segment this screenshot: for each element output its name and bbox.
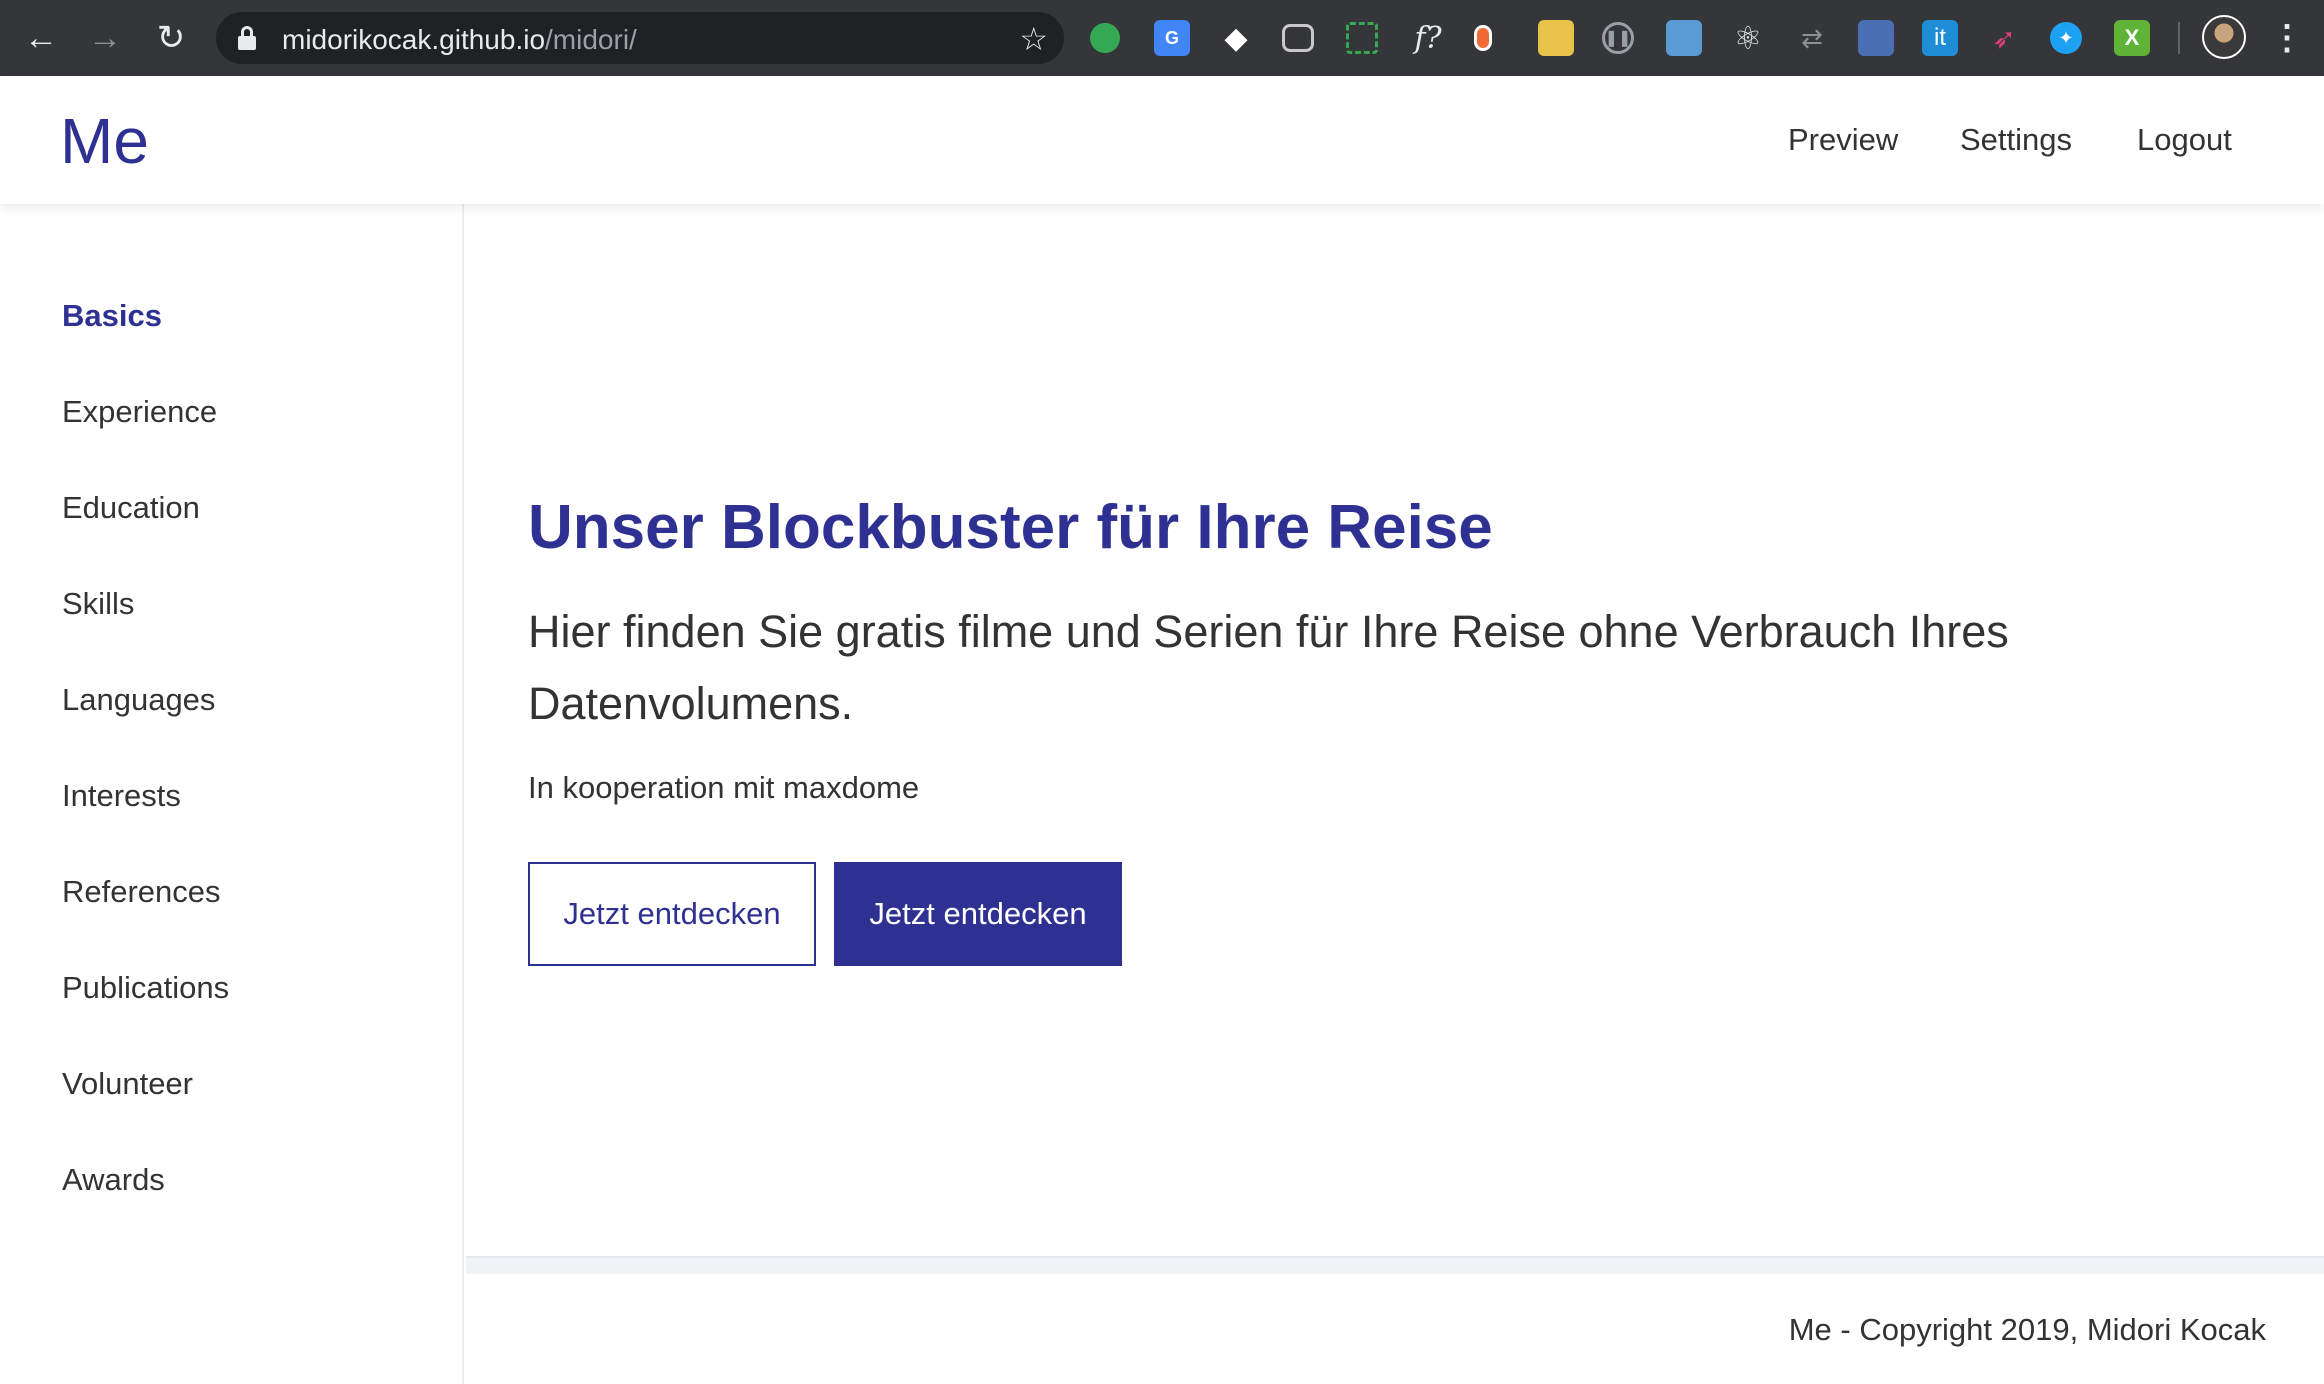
sidebar-item-interests[interactable]: Interests: [62, 778, 181, 814]
sidebar-item-references[interactable]: References: [62, 874, 221, 910]
sidebar-item-languages[interactable]: Languages: [62, 682, 215, 718]
pocket-icon[interactable]: [1282, 24, 1314, 52]
hero-title-strong: Unser Blockbuster: [528, 493, 1080, 562]
hero-title: Unser Blockbuster für Ihre Reise: [528, 492, 1493, 563]
nav-settings-link[interactable]: Settings: [1960, 122, 2072, 158]
url-path: /midori/: [545, 24, 637, 55]
folder-icon[interactable]: [1538, 20, 1574, 56]
sidebar-item-experience[interactable]: Experience: [62, 394, 217, 430]
url-text[interactable]: midorikocak.github.io/midori/: [282, 24, 637, 56]
nav-logout-link[interactable]: Logout: [2137, 122, 2232, 158]
lock-icon: [238, 26, 256, 50]
hero-subtitle: Hier finden Sie gratis filme und Serien …: [528, 606, 2009, 729]
menu-icon[interactable]: ⋮: [2270, 14, 2304, 62]
toolbar-separator: [2178, 22, 2180, 54]
back-icon[interactable]: ←: [20, 17, 62, 59]
translate-icon[interactable]: G: [1154, 20, 1190, 56]
bookmark-star-icon[interactable]: ☆: [1019, 20, 1048, 58]
footer-copyright: Me - Copyright 2019, Midori Kocak: [1788, 1312, 2266, 1347]
calendar-icon[interactable]: [1858, 20, 1894, 56]
sync-icon[interactable]: ⇄: [1794, 20, 1830, 56]
logo[interactable]: Me: [60, 104, 149, 178]
evernote-icon[interactable]: [1090, 23, 1120, 53]
discover-outline-button[interactable]: Jetzt entdecken: [528, 862, 816, 966]
pause-icon[interactable]: ❚❚: [1602, 22, 1634, 54]
sidebar-item-skills[interactable]: Skills: [62, 586, 134, 622]
hero-note: In kooperation mit maxdome: [528, 770, 920, 805]
sidebar-item-volunteer[interactable]: Volunteer: [62, 1066, 193, 1102]
forward-icon[interactable]: →: [84, 17, 126, 59]
discover-primary-button[interactable]: Jetzt entdecken: [834, 862, 1122, 966]
app-header: Me Preview Settings Logout: [0, 76, 2324, 204]
hummingbird-icon[interactable]: ➶: [1986, 20, 2022, 56]
sidebar-item-education[interactable]: Education: [62, 490, 200, 526]
pencil-icon[interactable]: [1474, 25, 1492, 51]
profile-avatar[interactable]: [2202, 15, 2246, 59]
react-icon[interactable]: ⚛: [1730, 20, 1766, 56]
font-icon[interactable]: f?: [1410, 20, 1446, 56]
reload-icon[interactable]: ↻: [150, 17, 192, 59]
gem-icon[interactable]: ◆: [1218, 20, 1254, 56]
twitter-icon[interactable]: ✦: [2050, 22, 2082, 54]
sidebar-item-awards[interactable]: Awards: [62, 1162, 165, 1198]
excel-icon[interactable]: X: [2114, 20, 2150, 56]
sidebar: Basics Experience Education Skills Langu…: [0, 204, 464, 1384]
screenshot-icon[interactable]: [1346, 22, 1378, 54]
nav-preview-link[interactable]: Preview: [1788, 122, 1898, 158]
main-content: Unser Blockbuster für Ihre Reise Hier fi…: [466, 204, 2324, 1256]
url-host: midorikocak.github.io: [282, 24, 546, 55]
sidebar-item-basics[interactable]: Basics: [62, 298, 162, 334]
footer-divider: [466, 1256, 2324, 1274]
window-icon[interactable]: [1666, 20, 1702, 56]
it-icon[interactable]: it: [1922, 20, 1958, 56]
hero-title-rest: für Ihre Reise: [1079, 493, 1493, 562]
footer: Me - Copyright 2019, Midori Kocak: [466, 1274, 2324, 1384]
sidebar-item-publications[interactable]: Publications: [62, 970, 229, 1006]
browser-toolbar: ← → ↻ midorikocak.github.io/midori/ ☆ G …: [0, 0, 2324, 76]
address-bar[interactable]: midorikocak.github.io/midori/ ☆: [216, 12, 1064, 64]
